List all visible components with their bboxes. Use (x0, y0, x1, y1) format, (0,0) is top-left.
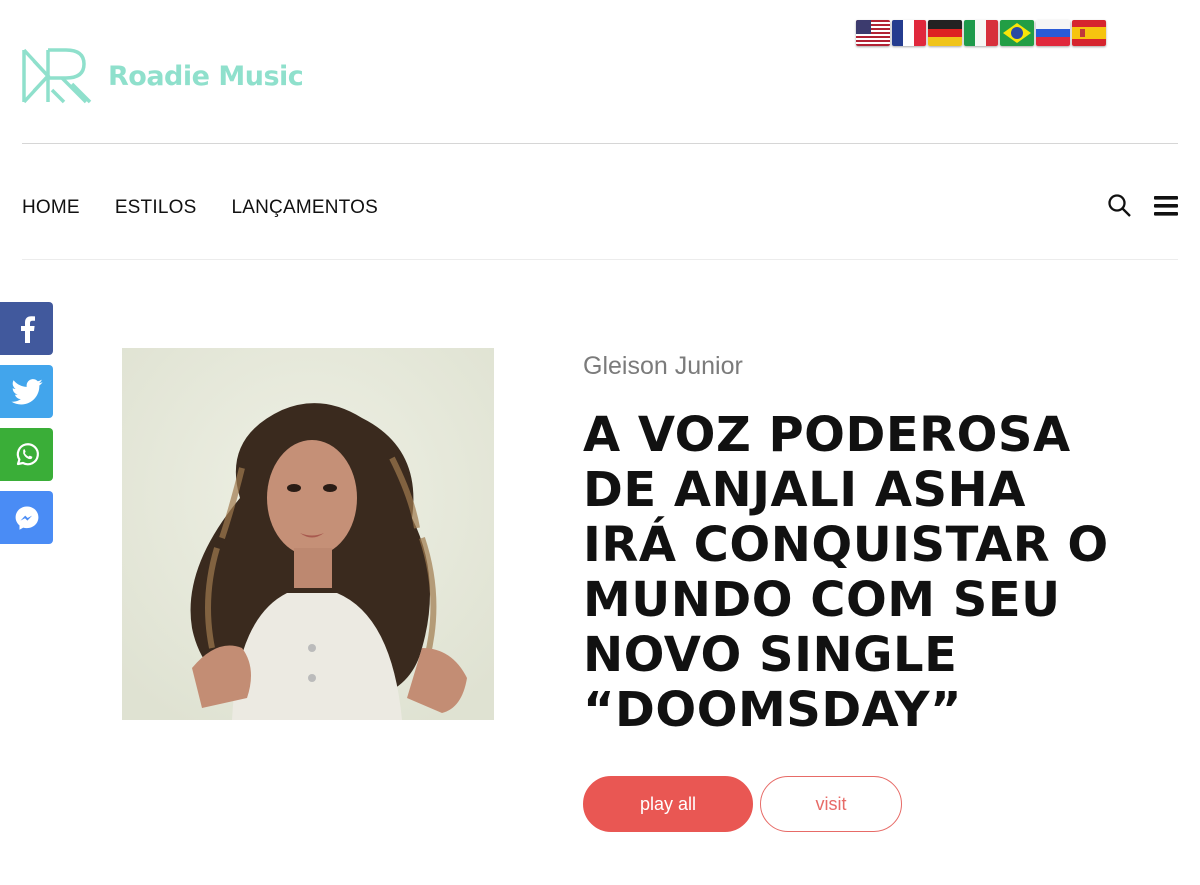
twitter-icon (10, 378, 43, 404)
french-flag-icon[interactable] (892, 20, 926, 46)
search-icon[interactable] (1107, 193, 1132, 218)
twitter-share-button[interactable] (0, 365, 53, 418)
whatsapp-share-button[interactable] (0, 428, 53, 481)
brand-name: Roadie Music (108, 60, 304, 92)
german-flag-icon[interactable] (928, 20, 962, 46)
facebook-share-button[interactable] (0, 302, 53, 355)
article-author[interactable]: Gleison Junior (583, 352, 743, 381)
english-us-flag-icon[interactable] (856, 20, 890, 46)
article-title: A VOZ PODEROSA DE ANJALI ASHA IRÁ CONQUI… (583, 407, 1109, 738)
article-actions: play all visit (583, 776, 902, 832)
nav-item-estilos[interactable]: ESTILOS (115, 197, 197, 219)
language-selector (856, 20, 1106, 46)
header-divider (22, 143, 1178, 144)
visit-button[interactable]: visit (760, 776, 902, 832)
whatsapp-icon (16, 442, 39, 465)
brand-logo[interactable]: Roadie Music (22, 46, 304, 106)
share-bar (0, 302, 53, 544)
nav-tools (1107, 193, 1178, 218)
russian-flag-icon[interactable] (1036, 20, 1070, 46)
hamburger-menu-icon[interactable] (1154, 195, 1178, 217)
artist-photo-illustration (122, 348, 494, 720)
brazilian-flag-icon[interactable] (1000, 20, 1034, 46)
roadie-logo-icon (22, 48, 92, 104)
spanish-flag-icon[interactable] (1072, 20, 1106, 46)
play-all-button[interactable]: play all (583, 776, 753, 832)
main-navigation: HOME ESTILOS LANÇAMENTOS (22, 197, 378, 219)
article-featured-image[interactable] (122, 348, 494, 720)
nav-item-lancamentos[interactable]: LANÇAMENTOS (231, 197, 378, 219)
nav-divider (22, 259, 1178, 260)
messenger-share-button[interactable] (0, 491, 53, 544)
nav-item-home[interactable]: HOME (22, 197, 80, 219)
facebook-icon (20, 315, 35, 343)
messenger-icon (15, 506, 38, 530)
italian-flag-icon[interactable] (964, 20, 998, 46)
